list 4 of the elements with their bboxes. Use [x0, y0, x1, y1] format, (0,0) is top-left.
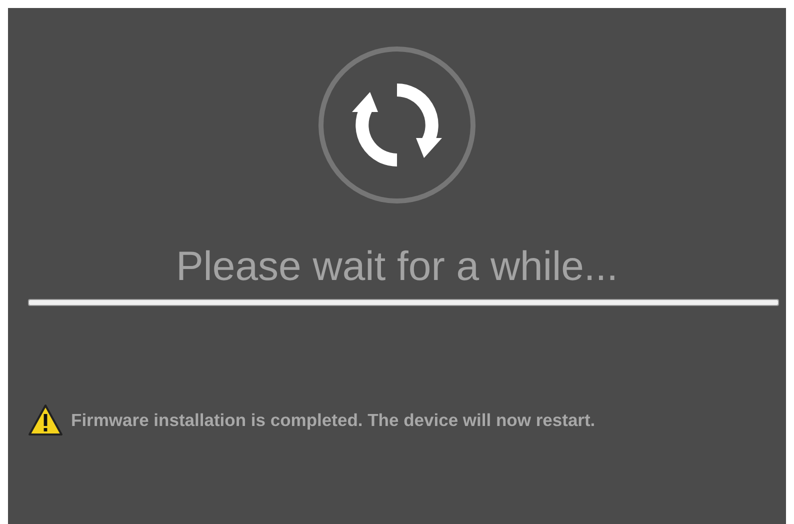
refresh-icon	[318, 46, 476, 204]
notice-text: Firmware installation is completed. The device will now restart.	[71, 408, 596, 432]
warning-icon	[28, 404, 63, 436]
status-message: Please wait for a while...	[176, 246, 618, 287]
